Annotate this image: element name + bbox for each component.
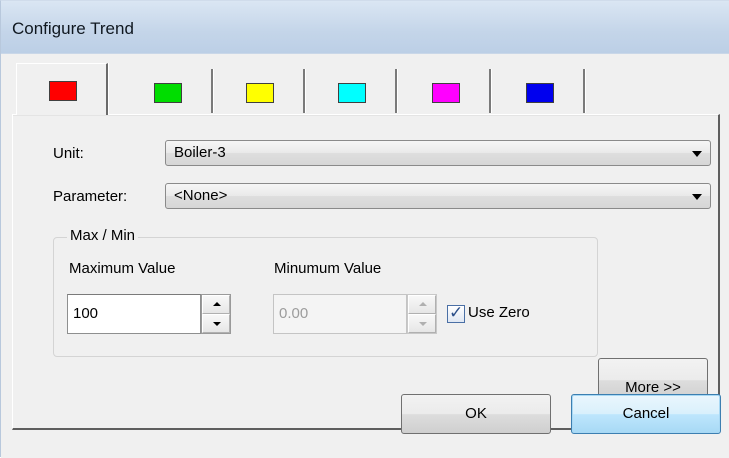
title-bar[interactable]: Configure Trend: [1, 1, 729, 53]
minimum-spin-up-button: [408, 295, 436, 314]
color-swatch-red: [49, 81, 77, 101]
color-swatch-cyan: [338, 83, 366, 103]
unit-label: Unit:: [53, 145, 84, 162]
tab-panel: Unit: Boiler-3 Parameter: <None> Max / M…: [12, 114, 720, 430]
parameter-dropdown-value: <None>: [174, 187, 228, 204]
checkmark-icon: ✓: [449, 303, 464, 323]
cancel-button-label: Cancel: [622, 405, 670, 422]
tab-blue[interactable]: [493, 69, 585, 113]
maximum-value-spinner[interactable]: [201, 294, 231, 334]
unit-dropdown-value: Boiler-3: [174, 144, 226, 161]
maximum-value-label: Maximum Value: [69, 260, 176, 277]
arrow-up-icon: [213, 302, 221, 306]
minimum-value-spinner: [407, 294, 437, 334]
color-swatch-magenta: [432, 83, 460, 103]
configure-trend-dialog: Configure Trend Unit: Boiler-3 Parameter…: [0, 0, 729, 458]
arrow-down-icon: [419, 322, 427, 326]
parameter-dropdown[interactable]: <None>: [165, 183, 711, 209]
cancel-button[interactable]: Cancel: [571, 394, 721, 434]
use-zero-label[interactable]: Use Zero: [468, 304, 530, 321]
color-swatch-green: [154, 83, 182, 103]
dropdown-arrow-icon: [692, 194, 702, 200]
max-min-group: Max / Min Maximum Value Minumum Value 10…: [53, 227, 598, 357]
trend-color-tabs: [1, 53, 729, 123]
parameter-label: Parameter:: [53, 188, 128, 205]
minimum-spin-down-button: [408, 314, 436, 333]
minimum-value-label: Minumum Value: [274, 260, 382, 277]
tab-cyan[interactable]: [305, 69, 397, 113]
arrow-down-icon: [213, 322, 221, 326]
color-swatch-blue: [526, 83, 554, 103]
ok-button-label: OK: [465, 405, 487, 422]
maximum-spin-down-button[interactable]: [202, 314, 230, 333]
tab-red[interactable]: [16, 63, 108, 115]
dialog-body: Unit: Boiler-3 Parameter: <None> Max / M…: [1, 53, 729, 458]
maximum-value-input[interactable]: 100: [67, 294, 201, 334]
tab-yellow[interactable]: [213, 69, 305, 113]
minimum-value-text: 0.00: [279, 305, 309, 322]
tab-magenta[interactable]: [399, 69, 491, 113]
maximum-spin-up-button[interactable]: [202, 295, 230, 314]
ok-button[interactable]: OK: [401, 394, 551, 434]
tab-green[interactable]: [121, 69, 213, 113]
use-zero-checkbox[interactable]: ✓: [447, 303, 465, 323]
minimum-value-input: 0.00: [273, 294, 407, 334]
unit-dropdown[interactable]: Boiler-3: [165, 140, 711, 166]
max-min-group-title: Max / Min: [67, 227, 139, 244]
maximum-value-text: 100: [73, 305, 99, 322]
color-swatch-yellow: [246, 83, 274, 103]
dialog-title: Configure Trend: [12, 19, 134, 38]
arrow-up-icon: [419, 302, 427, 306]
dropdown-arrow-icon: [692, 151, 702, 157]
